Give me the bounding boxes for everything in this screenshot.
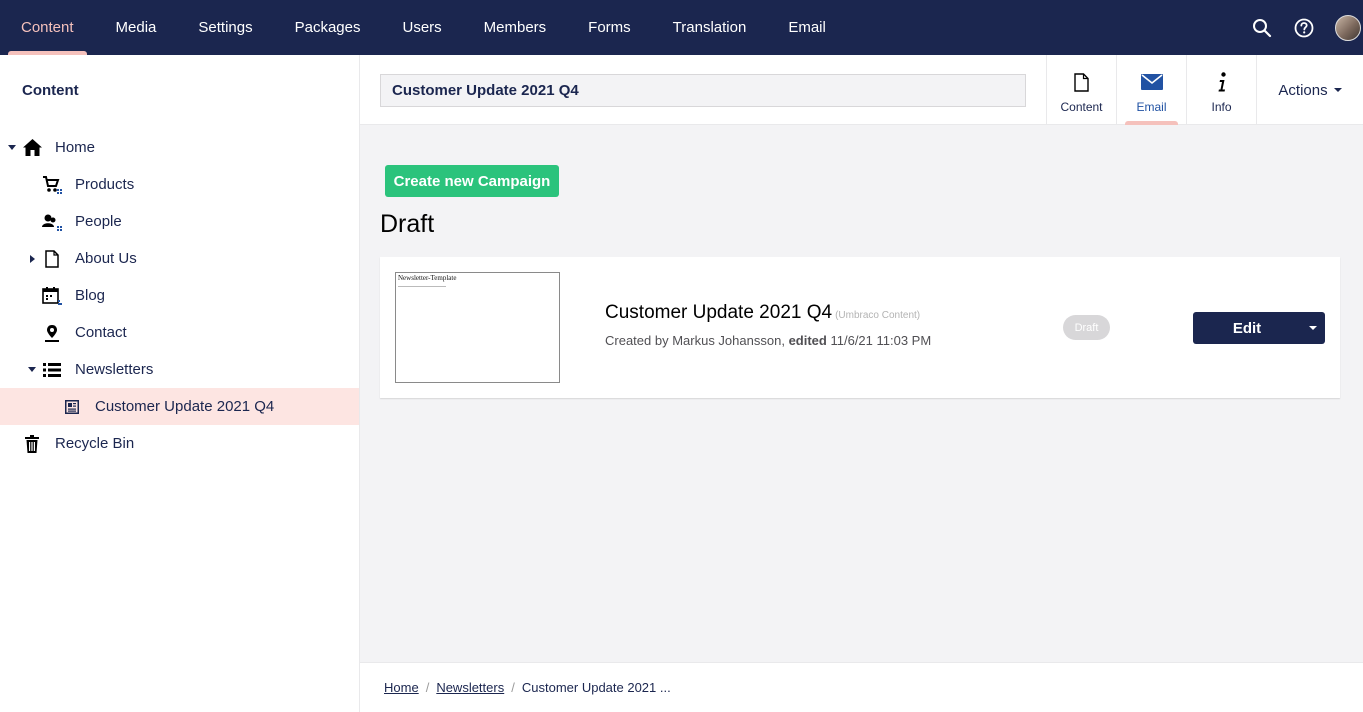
tree-item-label: About Us bbox=[75, 250, 137, 267]
section-nav: Content Media Settings Packages Users Me… bbox=[0, 0, 847, 55]
tree-item-contact[interactable]: Contact bbox=[0, 314, 359, 351]
create-campaign-button[interactable]: Create new Campaign bbox=[385, 165, 559, 197]
help-icon[interactable] bbox=[1293, 17, 1315, 39]
breadcrumb: Home / Newsletters / Customer Update 202… bbox=[384, 680, 671, 695]
content-tree: Home Products People About Us Blog Conta… bbox=[0, 129, 359, 462]
tree-item-about-us[interactable]: About Us bbox=[0, 240, 359, 277]
edit-options-button[interactable] bbox=[1301, 312, 1325, 344]
edit-button-group: Edit bbox=[1193, 312, 1325, 344]
nav-translation-label: Translation bbox=[672, 19, 747, 36]
info-icon bbox=[1217, 71, 1227, 93]
chevron-down-icon bbox=[1309, 326, 1317, 330]
location-icon bbox=[42, 323, 62, 343]
app-content-label: Content bbox=[1060, 100, 1103, 114]
breadcrumb-separator: / bbox=[425, 680, 430, 695]
section-title: Draft bbox=[380, 210, 435, 238]
tree-item-blog[interactable]: Blog bbox=[0, 277, 359, 314]
tree-item-customer-update[interactable]: Customer Update 2021 Q4 bbox=[0, 388, 359, 425]
breadcrumb-newsletters[interactable]: Newsletters bbox=[436, 680, 504, 695]
status-badge: Draft bbox=[1063, 315, 1110, 340]
campaign-thumbnail[interactable]: Newsletter-Template bbox=[395, 272, 560, 383]
app-info-label: Info bbox=[1211, 100, 1232, 114]
document-icon bbox=[1074, 71, 1089, 93]
content-tree-panel: Content Home Products People About Us Bl… bbox=[0, 55, 360, 712]
newspaper-icon bbox=[62, 397, 82, 417]
app-info[interactable]: Info bbox=[1186, 55, 1256, 125]
nav-packages[interactable]: Packages bbox=[274, 0, 382, 55]
caret-right-icon[interactable] bbox=[26, 253, 38, 265]
actions-label: Actions bbox=[1278, 81, 1328, 99]
breadcrumb-current: Customer Update 2021 ... bbox=[521, 680, 671, 695]
thumbnail-title: Newsletter-Template bbox=[398, 274, 457, 282]
top-tools bbox=[1231, 0, 1363, 55]
campaign-meta: Created by Markus Johansson, edited 11/6… bbox=[605, 333, 931, 348]
nav-settings[interactable]: Settings bbox=[177, 0, 273, 55]
nav-media[interactable]: Media bbox=[95, 0, 178, 55]
tree-item-label: Customer Update 2021 Q4 bbox=[95, 398, 275, 415]
sidebar-title: Content bbox=[22, 82, 79, 99]
caret-down-icon[interactable] bbox=[6, 142, 18, 154]
breadcrumb-home[interactable]: Home bbox=[384, 680, 419, 695]
document-icon bbox=[42, 249, 62, 269]
cart-icon bbox=[42, 175, 62, 195]
app-content[interactable]: Content bbox=[1046, 55, 1116, 125]
campaign-type: (Umbraco Content) bbox=[835, 310, 921, 321]
trash-icon bbox=[22, 434, 42, 454]
user-avatar[interactable] bbox=[1335, 14, 1361, 41]
nav-members-label: Members bbox=[483, 19, 547, 36]
tree-item-people[interactable]: People bbox=[0, 203, 359, 240]
top-navigation: Content Media Settings Packages Users Me… bbox=[0, 0, 1363, 55]
tree-item-products[interactable]: Products bbox=[0, 166, 359, 203]
tree-item-label: Blog bbox=[75, 287, 106, 304]
calendar-icon bbox=[42, 286, 62, 306]
tree-item-label: Products bbox=[75, 176, 135, 193]
actions-menu-button[interactable]: Actions bbox=[1256, 55, 1363, 125]
node-name-input[interactable] bbox=[380, 74, 1026, 107]
tree-item-label: People bbox=[75, 213, 122, 230]
tree-item-home[interactable]: Home bbox=[0, 129, 359, 166]
tree-item-label: Contact bbox=[75, 324, 127, 341]
meta-created-by: Created by Markus Johansson, bbox=[605, 333, 785, 348]
tree-item-label: Recycle Bin bbox=[55, 435, 135, 452]
tree-item-newsletters[interactable]: Newsletters bbox=[0, 351, 359, 388]
nav-email[interactable]: Email bbox=[767, 0, 847, 55]
meta-edited-label: edited bbox=[788, 333, 827, 348]
nav-email-label: Email bbox=[788, 19, 826, 36]
content-apps: Content Email Info bbox=[1046, 55, 1256, 125]
nav-translation[interactable]: Translation bbox=[652, 0, 768, 55]
edit-button[interactable]: Edit bbox=[1193, 312, 1301, 344]
app-email[interactable]: Email bbox=[1116, 55, 1186, 125]
campaign-card: Newsletter-Template Customer Update 2021… bbox=[380, 257, 1340, 398]
home-icon bbox=[22, 138, 42, 158]
nav-forms-label: Forms bbox=[588, 19, 631, 36]
search-icon[interactable] bbox=[1251, 17, 1273, 39]
chevron-down-icon bbox=[1333, 88, 1342, 92]
nav-content[interactable]: Content bbox=[0, 0, 95, 55]
app-email-label: Email bbox=[1136, 100, 1167, 114]
meta-date: 11/6/21 11:03 PM bbox=[830, 333, 932, 348]
nav-forms[interactable]: Forms bbox=[567, 0, 652, 55]
editor-header: Content Email Info Actions bbox=[360, 55, 1363, 125]
nav-packages-label: Packages bbox=[294, 19, 361, 36]
list-icon bbox=[42, 360, 62, 380]
tree-item-label: Newsletters bbox=[75, 361, 154, 378]
tree-item-label: Home bbox=[55, 139, 96, 156]
campaign-name: Customer Update 2021 Q4 bbox=[605, 302, 833, 323]
nav-users[interactable]: Users bbox=[381, 0, 462, 55]
breadcrumb-separator: / bbox=[511, 680, 515, 695]
nav-members[interactable]: Members bbox=[463, 0, 568, 55]
tree-item-recycle-bin[interactable]: Recycle Bin bbox=[0, 425, 359, 462]
thumbnail-line bbox=[398, 286, 446, 287]
nav-users-label: Users bbox=[402, 19, 442, 36]
envelope-icon bbox=[1140, 71, 1163, 93]
people-icon bbox=[42, 212, 62, 232]
caret-down-icon[interactable] bbox=[26, 364, 38, 376]
nav-settings-label: Settings bbox=[198, 19, 253, 36]
campaign-title: Customer Update 2021 Q4 (Umbraco Content) bbox=[605, 302, 920, 324]
nav-media-label: Media bbox=[115, 19, 157, 36]
nav-content-label: Content bbox=[21, 19, 74, 36]
editor-footer: Home / Newsletters / Customer Update 202… bbox=[360, 662, 1363, 712]
